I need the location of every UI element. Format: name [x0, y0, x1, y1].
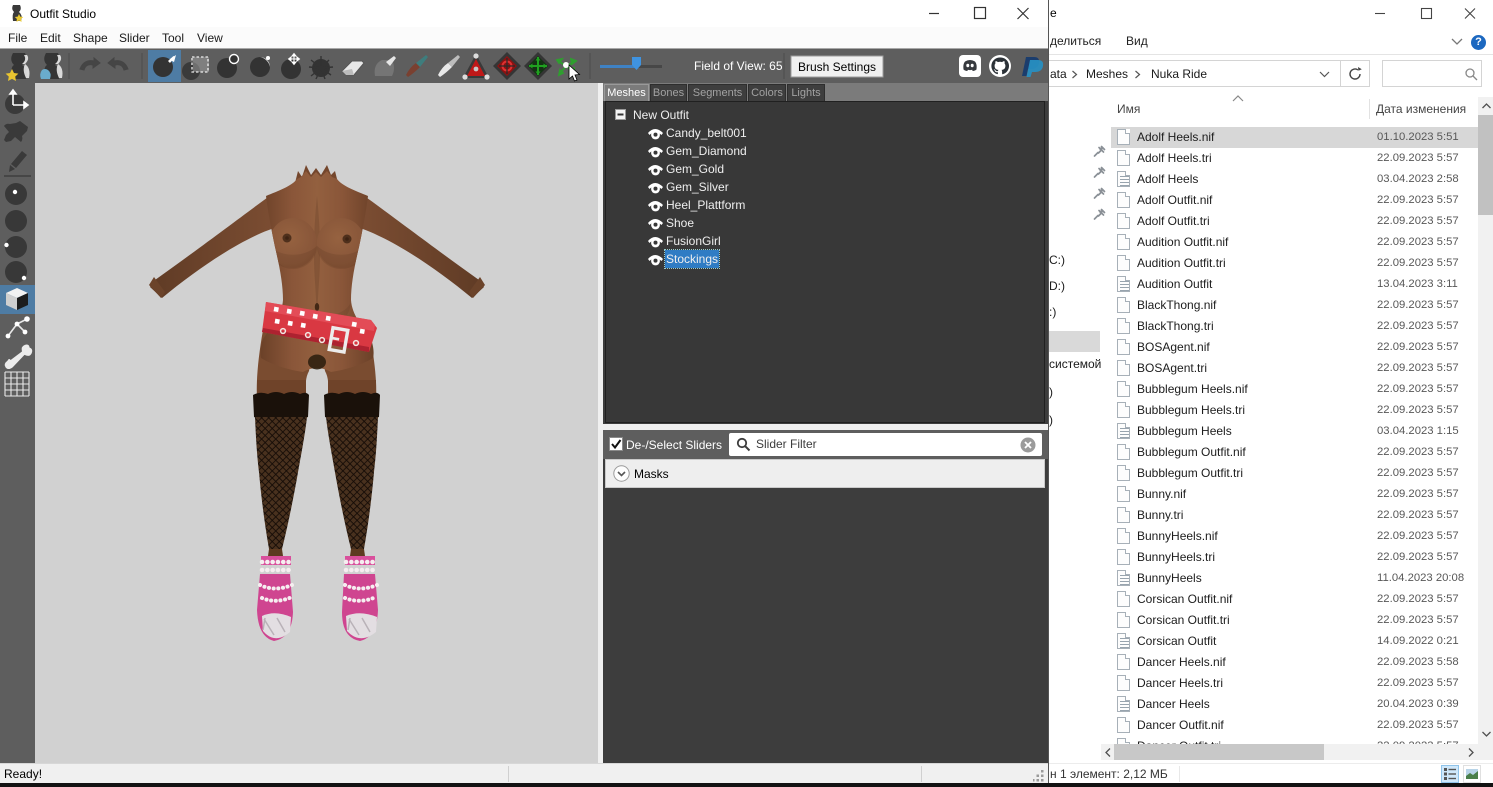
svg-text:Brush Settings: Brush Settings — [798, 60, 876, 74]
svg-text:Field of View: 65: Field of View: 65 — [694, 59, 783, 73]
